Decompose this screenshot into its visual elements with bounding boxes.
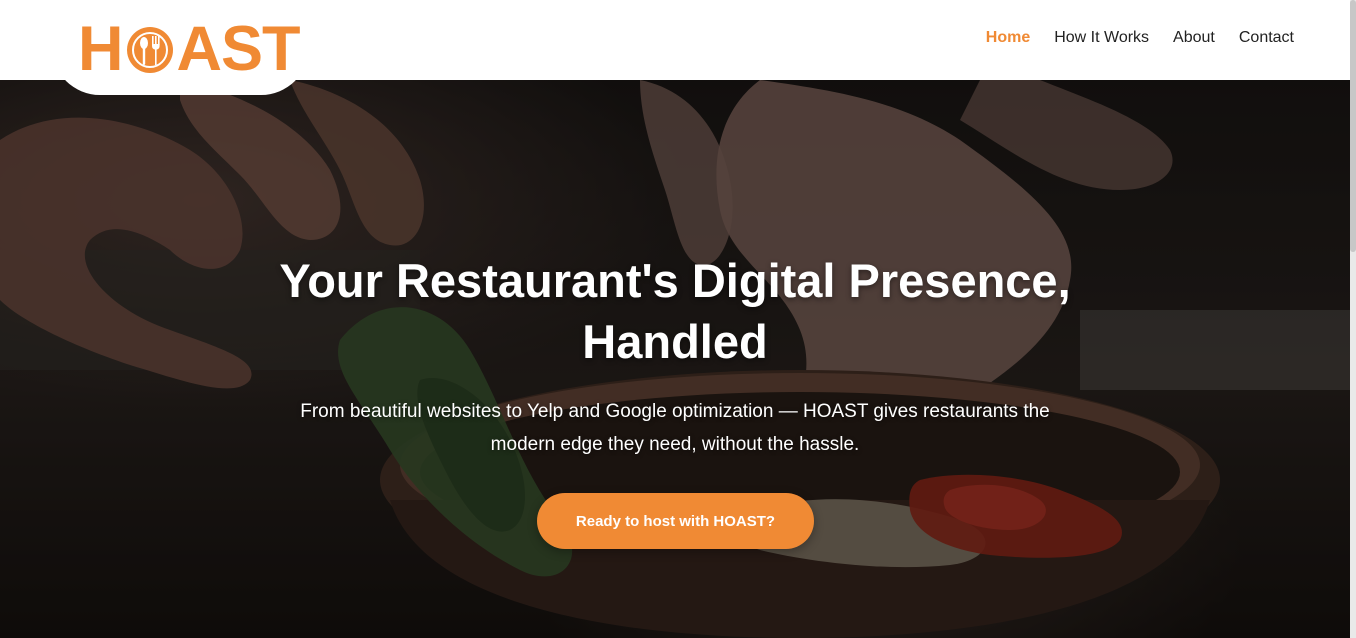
page: Home How It Works About Contact H AST Yo… — [0, 0, 1356, 638]
nav-about-link[interactable]: About — [1173, 28, 1215, 48]
main-nav: Home How It Works About Contact — [986, 28, 1294, 48]
nav-home-link[interactable]: Home — [986, 28, 1030, 48]
logo-text-h: H — [78, 14, 123, 84]
cta-button[interactable]: Ready to host with HOAST? — [537, 493, 814, 549]
logo-link[interactable]: H AST — [78, 14, 301, 84]
hero-title: Your Restaurant's Digital Presence, Hand… — [279, 254, 1071, 368]
nav-contact-link[interactable]: Contact — [1239, 28, 1294, 48]
nav-how-it-works-link[interactable]: How It Works — [1054, 28, 1149, 48]
hero-section: Your Restaurant's Digital Presence, Hand… — [0, 80, 1350, 638]
scrollbar-thumb[interactable] — [1350, 0, 1356, 252]
logo-text-ast: AST — [176, 14, 301, 84]
page-scrollbar[interactable] — [1350, 0, 1356, 638]
hero-subtitle: From beautiful websites to Yelp and Goog… — [300, 401, 1050, 455]
plate-with-spoon-and-fork-icon — [125, 25, 175, 75]
